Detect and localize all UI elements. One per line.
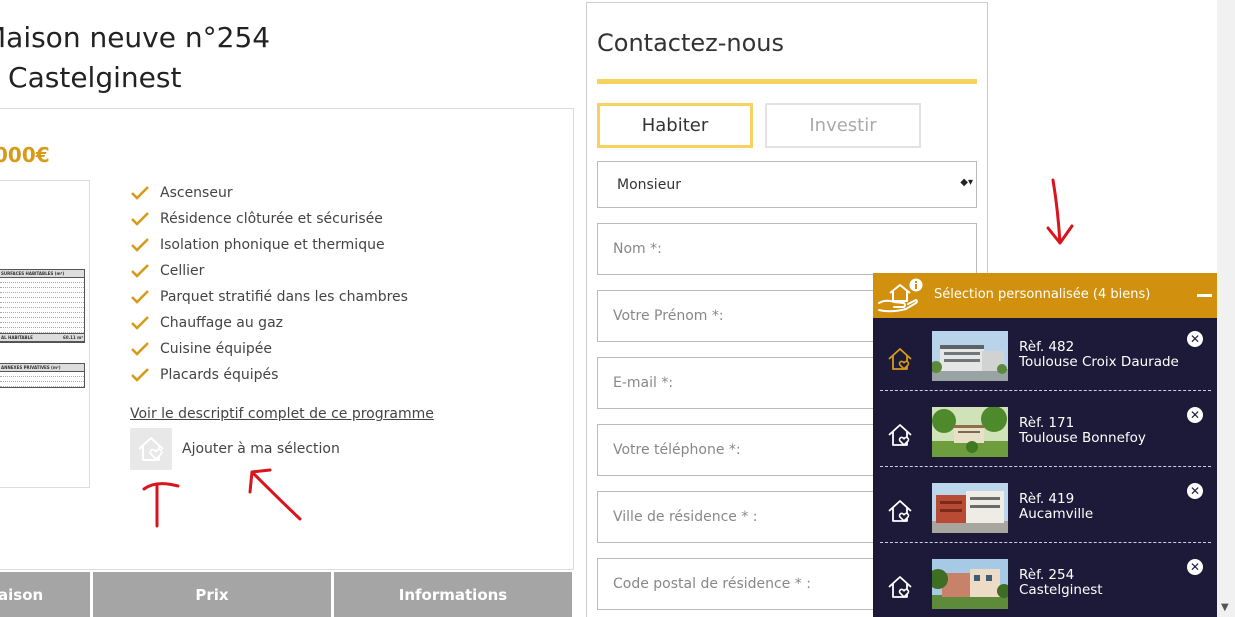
remove-icon[interactable]: ✕ [1187,331,1203,347]
selection-item-ref: Rèf. 254 [1019,567,1075,583]
tab-prix[interactable]: Prix [93,572,331,617]
selection-item-text: Rèf. 171 Toulouse Bonnefoy [1019,416,1146,446]
check-icon [131,316,149,330]
page-scrollbar[interactable]: ▼ [1217,0,1235,617]
property-thumbnail[interactable] [932,407,1008,457]
add-to-selection-label[interactable]: Ajouter à ma sélection [182,441,340,457]
property-thumbnail[interactable] [932,331,1008,381]
selection-item-place: Aucamville [1019,506,1094,522]
remove-icon[interactable]: ✕ [1187,559,1203,575]
house-heart-icon[interactable] [130,428,172,470]
toggle-investir[interactable]: Investir [765,103,921,148]
annotation-arrow-down-icon [1046,178,1074,245]
surfaces-table: SURFACES HABITABLES (m²) AL HABITABLE 60… [0,269,85,343]
remove-icon[interactable]: ✕ [1187,483,1203,499]
page: Maison neuve n°254 à Castelginest 000€ S… [0,0,1235,617]
feature-label: Cuisine équipée [160,341,273,357]
check-icon [131,238,149,252]
annexes-table-header: ANNEXES PRIVATIVES (m²) [0,364,84,372]
heading-underline [597,79,977,84]
selection-item-place: Toulouse Croix Daurade [1019,354,1179,370]
house-heart-icon [888,500,912,523]
hand-house-info-icon [878,278,923,313]
property-thumbnail[interactable] [932,559,1008,609]
page-title: Maison neuve n°254 à Castelginest [0,18,270,98]
feature-item: Chauffage au gaz [130,310,408,336]
title-line-2: à Castelginest [0,61,182,94]
selection-item-place: Castelginest [1019,582,1103,598]
selection-item-text: Rèf. 482 Toulouse Croix Daurade [1019,340,1179,370]
house-heart-icon [888,348,912,371]
selection-item-text: Rèf. 254 Castelginest [1019,568,1103,598]
surfaces-total: AL HABITABLE 60.11 m² [0,333,84,342]
civility-select[interactable]: Monsieur ◆▾ [597,161,977,208]
feature-label: Résidence clôturée et sécurisée [160,211,383,227]
house-heart-icon [888,424,912,447]
check-icon [131,264,149,278]
selection-item-text: Rèf. 419 Aucamville [1019,492,1093,522]
name-field[interactable]: Nom *: [597,223,977,275]
property-thumbnail[interactable] [932,483,1008,533]
selection-item-ref: Rèf. 171 [1019,415,1075,431]
item-divider [880,466,1211,467]
surfaces-total-value: 60.11 m² [63,335,83,340]
check-icon [131,368,149,382]
feature-label: Cellier [160,263,205,279]
collapse-minus-icon[interactable] [1197,294,1212,297]
check-icon [131,186,149,200]
item-divider [880,542,1211,543]
features-list: Ascenseur Résidence clôturée et sécurisé… [130,180,408,388]
feature-label: Placards équipés [160,367,279,383]
selection-panel-title: Sélection personnalisée (4 biens) [934,287,1151,302]
selection-item[interactable]: Rèf. 482 Toulouse Croix Daurade ✕ [877,320,1213,392]
selection-panel-header[interactable]: Sélection personnalisée (4 biens) [873,273,1218,318]
feature-label: Chauffage au gaz [160,315,283,331]
tab-maison[interactable]: aison [0,572,90,617]
feature-item: Cellier [130,258,408,284]
feature-item: Ascenseur [130,180,408,206]
check-icon [131,290,149,304]
feature-item: Placards équipés [130,362,408,388]
feature-item: Isolation phonique et thermique [130,232,408,258]
surfaces-total-label: AL HABITABLE [1,335,33,340]
toggle-habiter[interactable]: Habiter [597,103,753,148]
item-divider [880,390,1211,391]
surfaces-table-header: SURFACES HABITABLES (m²) [0,270,84,278]
selection-item-ref: Rèf. 482 [1019,339,1075,355]
caret-down-icon: ◆▾ [960,177,973,188]
check-icon [131,342,149,356]
feature-item: Résidence clôturée et sécurisée [130,206,408,232]
contact-heading: Contactez-nous [597,29,785,57]
selection-panel: Sélection personnalisée (4 biens) Rèf. 4… [873,273,1218,617]
civility-value: Monsieur [617,176,681,193]
scroll-down-arrow-icon[interactable]: ▼ [1221,602,1229,613]
feature-label: Ascenseur [160,185,233,201]
feature-item: Cuisine équipée [130,336,408,362]
selection-item[interactable]: Rèf. 254 Castelginest ✕ [877,548,1213,617]
feature-label: Isolation phonique et thermique [160,237,385,253]
selection-item-place: Toulouse Bonnefoy [1019,430,1146,446]
remove-icon[interactable]: ✕ [1187,407,1203,423]
floor-plan-image[interactable]: SURFACES HABITABLES (m²) AL HABITABLE 60… [0,180,90,488]
price: 000€ [0,143,50,167]
full-description-link[interactable]: Voir le descriptif complet de ce program… [130,406,434,422]
selection-item[interactable]: Rèf. 171 Toulouse Bonnefoy ✕ [877,396,1213,468]
selection-item-ref: Rèf. 419 [1019,491,1075,507]
annexes-table: ANNEXES PRIVATIVES (m²) [0,363,85,388]
feature-label: Parquet stratifié dans les chambres [160,289,408,305]
check-icon [131,212,149,226]
add-to-selection-button[interactable]: Ajouter à ma sélection [130,428,340,470]
selection-item[interactable]: Rèf. 419 Aucamville ✕ [877,472,1213,544]
house-heart-icon [888,576,912,599]
property-tabs: aison Prix Informations [0,572,572,617]
feature-item: Parquet stratifié dans les chambres [130,284,408,310]
tab-informations[interactable]: Informations [334,572,572,617]
title-line-1: Maison neuve n°254 [0,21,271,54]
